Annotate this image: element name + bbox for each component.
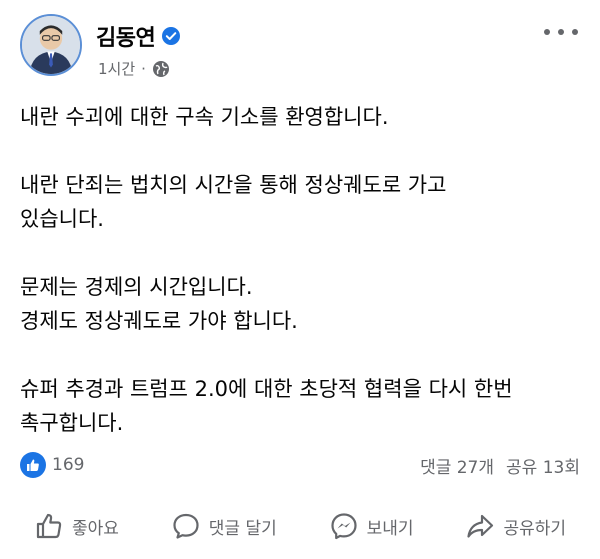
post-meta: 1시간 · xyxy=(98,58,170,79)
share-count[interactable]: 공유 13회 xyxy=(506,453,580,478)
comment-button[interactable]: 댓글 달기 xyxy=(171,511,277,541)
post-paragraph: 내란 수괴에 대한 구속 기소를 환영합니다. xyxy=(20,105,389,129)
engagement-counts: 댓글 27개 공유 13회 xyxy=(420,453,580,478)
comment-count[interactable]: 댓글 27개 xyxy=(420,453,494,478)
send-label: 보내기 xyxy=(366,518,414,539)
avatar[interactable] xyxy=(20,14,82,76)
thumbs-up-icon xyxy=(20,452,46,478)
thumbs-up-icon xyxy=(36,513,62,539)
more-options-icon[interactable] xyxy=(544,22,578,42)
messenger-icon xyxy=(331,513,357,540)
action-bar: 좋아요 댓글 달기 보내기 공유하기 xyxy=(0,504,600,548)
share-label: 공유하기 xyxy=(503,518,567,539)
comment-bubble-icon xyxy=(173,513,199,539)
post-paragraph: 내란 단죄는 법치의 시간을 통해 정상궤도로 가고 있습니다. xyxy=(20,173,447,231)
post-header: 김동연 1시간 · xyxy=(20,14,584,84)
meta-separator: · xyxy=(141,59,146,78)
post-time[interactable]: 1시간 xyxy=(98,58,135,79)
share-arrow-icon xyxy=(467,514,494,538)
post-paragraph: 슈퍼 추경과 트럼프 2.0에 대한 초당적 협력을 다시 한번 촉구합니다. xyxy=(20,377,513,435)
post-body: 내란 수괴에 대한 구속 기소를 환영합니다. 내란 단죄는 법치의 시간을 통… xyxy=(20,100,580,440)
author-row: 김동연 xyxy=(96,20,181,52)
globe-icon xyxy=(152,60,170,78)
like-label: 좋아요 xyxy=(71,518,119,539)
post-paragraph: 문제는 경제의 시간입니다. 경제도 정상궤도로 가야 합니다. xyxy=(20,275,298,333)
author-name[interactable]: 김동연 xyxy=(96,20,156,52)
like-button[interactable]: 좋아요 xyxy=(34,511,119,541)
reactions-summary[interactable]: 169 xyxy=(20,452,84,478)
verified-badge-icon xyxy=(161,26,181,46)
comment-label: 댓글 달기 xyxy=(208,518,277,539)
share-button[interactable]: 공유하기 xyxy=(465,511,566,541)
reaction-count: 169 xyxy=(52,455,85,475)
post-stats: 169 댓글 27개 공유 13회 xyxy=(20,450,580,480)
send-button[interactable]: 보내기 xyxy=(329,511,414,541)
